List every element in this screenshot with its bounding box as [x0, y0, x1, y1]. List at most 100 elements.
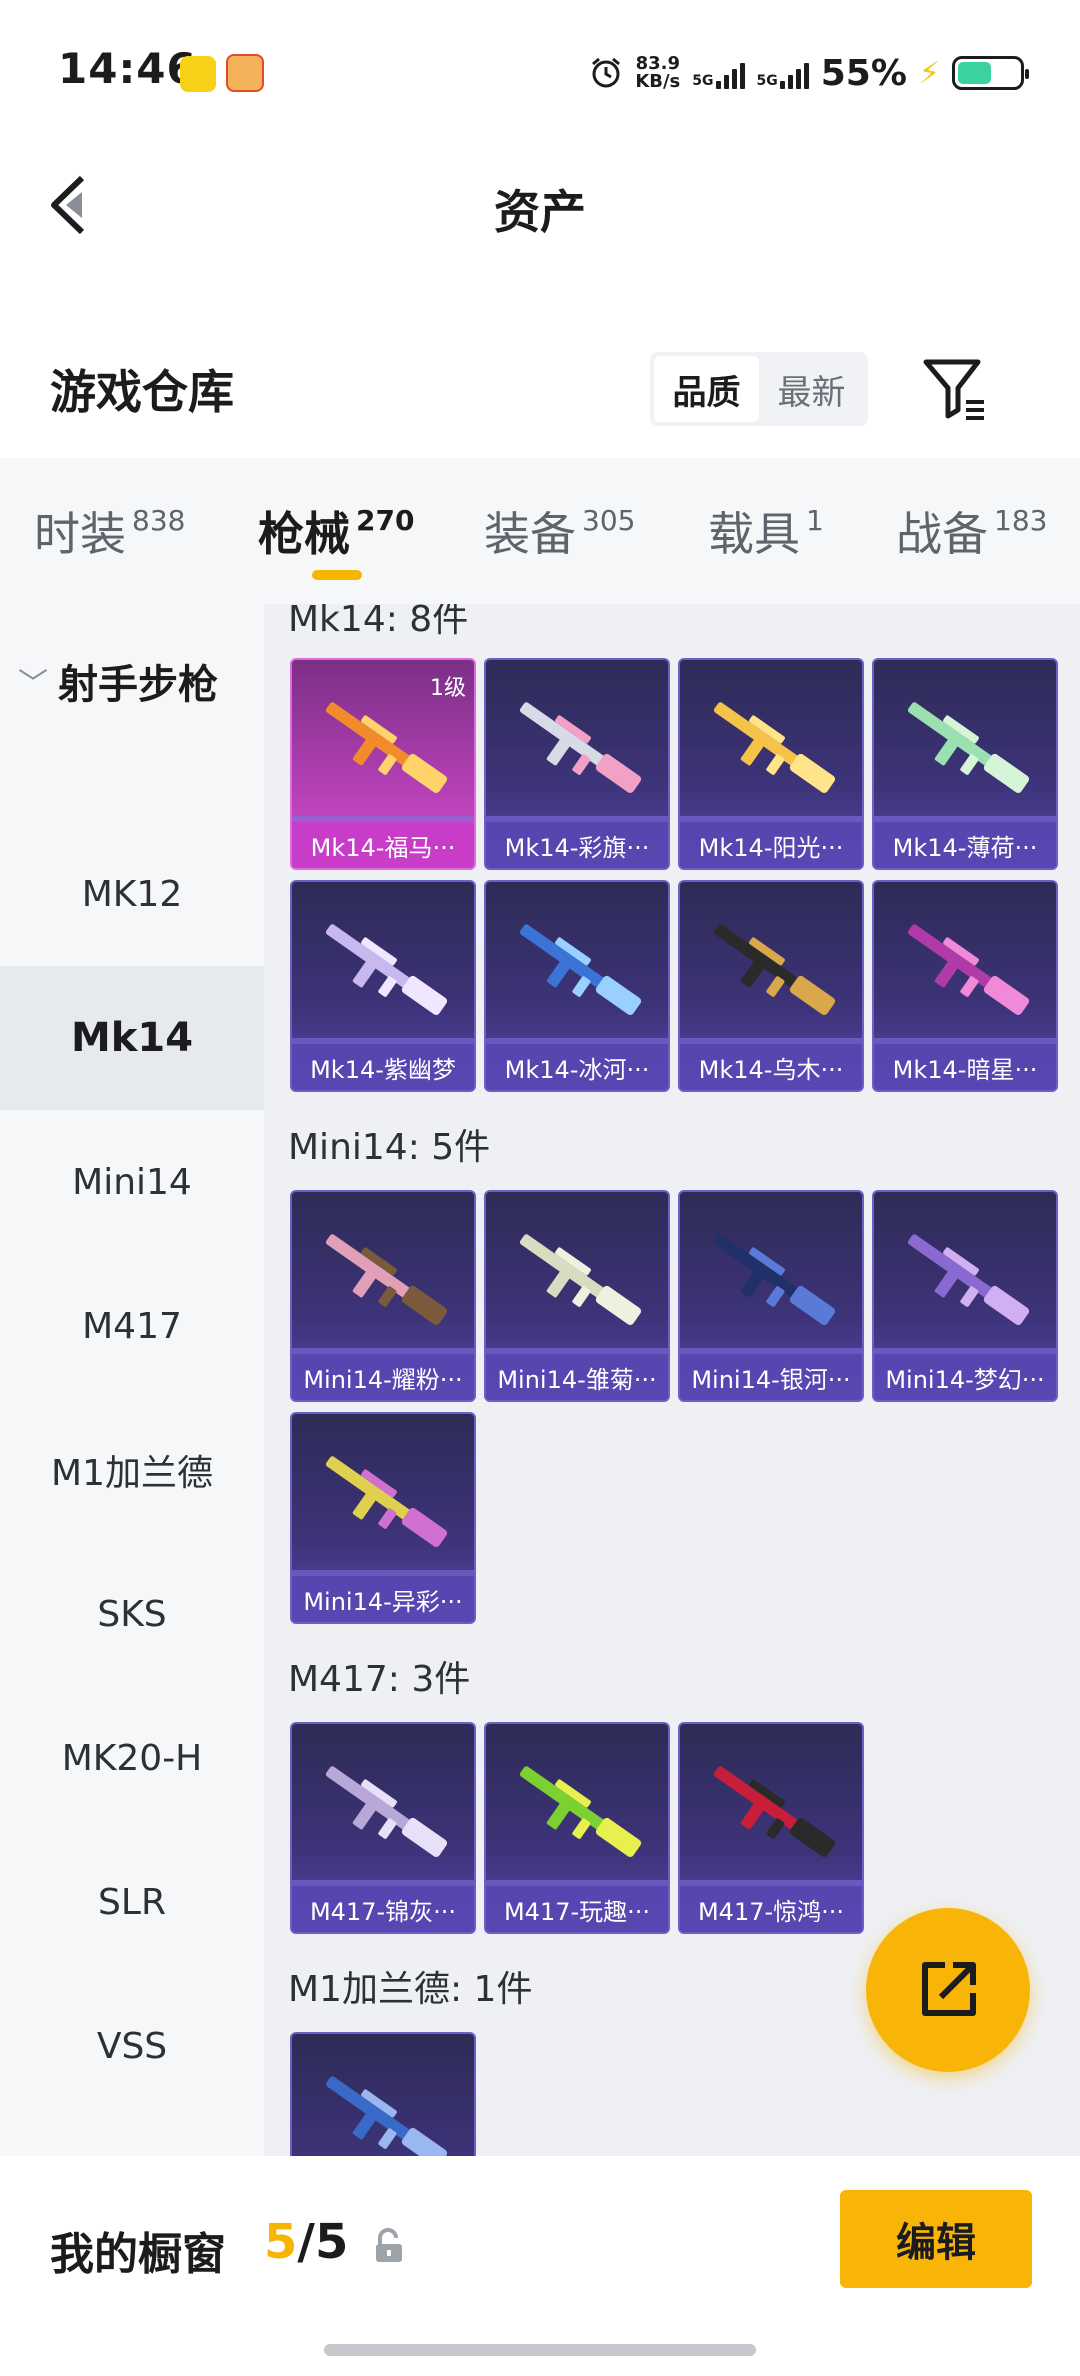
tab-fashion[interactable]: 时装 838 [34, 498, 185, 564]
weapon-name: Mk14-薄荷··· [874, 822, 1056, 868]
sidebar-item-m1-garand[interactable]: M1加兰德 [0, 1398, 264, 1542]
network-speed-unit: KB/s [635, 71, 681, 92]
tab-count: 1 [806, 504, 824, 537]
filter-icon[interactable] [920, 354, 990, 424]
weapon-card[interactable]: M417-玩趣··· [484, 1722, 670, 1934]
weapon-card[interactable]: Mk14-阳光··· [678, 658, 864, 870]
rifle-icon [325, 1456, 448, 1547]
share-button[interactable] [866, 1908, 1030, 2072]
sim2-type: 5G [756, 73, 778, 89]
rifle-icon [713, 924, 836, 1015]
rifle-icon [519, 702, 642, 793]
rifle-icon [325, 1234, 448, 1325]
weapon-name: Mk14-福马··· [292, 822, 474, 868]
tab-supplies[interactable]: 战备 183 [896, 498, 1047, 564]
weapon-card[interactable]: Mini14-耀粉··· [290, 1190, 476, 1402]
tab-label: 枪械 [258, 507, 350, 561]
showcase-count: 5/5 [264, 2214, 348, 2270]
battery-icon [952, 56, 1029, 90]
level-badge: 1级 [430, 676, 466, 701]
rifle-icon [519, 924, 642, 1015]
weapon-name: Mini14-梦幻··· [874, 1354, 1056, 1400]
sidebar-group-marksman[interactable]: ﹀ 射手步枪 [18, 652, 218, 710]
rifle-icon [713, 702, 836, 793]
sort-toggle: 品质 最新 [650, 352, 868, 426]
showcase-label: 我的橱窗 [50, 2229, 226, 2280]
weapon-card[interactable]: M417-惊鸿··· [678, 1722, 864, 1934]
weapon-sidebar: ﹀ 射手步枪 MK12 Mk14 Mini14 M417 M1加兰德 SKS M… [0, 604, 264, 2156]
section-header: 游戏仓库 品质 最新 [0, 330, 1080, 450]
notification-game-icon [226, 54, 264, 92]
sidebar-item-slr[interactable]: SLR [0, 1830, 264, 1974]
sidebar-item-mk12[interactable]: MK12 [0, 822, 264, 966]
rifle-icon [325, 924, 448, 1015]
weapon-name: Mk14-冰河··· [486, 1044, 668, 1090]
weapon-card[interactable]: Mk14-薄荷··· [872, 658, 1058, 870]
rifle-icon [907, 924, 1030, 1015]
weapon-card[interactable]: Mk14-乌木··· [678, 880, 864, 1092]
sidebar-item-mk20h[interactable]: MK20-H [0, 1686, 264, 1830]
active-tab-indicator [312, 570, 362, 580]
weapon-name: Mini14-耀粉··· [292, 1354, 474, 1400]
tab-count: 838 [132, 504, 186, 537]
share-icon [922, 1962, 976, 2016]
weapon-card[interactable] [290, 2032, 476, 2156]
tab-label: 时装 [34, 507, 126, 561]
sidebar-item-m417[interactable]: M417 [0, 1254, 264, 1398]
rifle-icon [713, 1234, 836, 1325]
sidebar-item-qbu[interactable]: QBU [0, 2102, 264, 2157]
rifle-icon [713, 1766, 836, 1857]
sidebar-item-mk14[interactable]: Mk14 [0, 966, 264, 1110]
weapon-name: M417-锦灰··· [292, 1886, 474, 1932]
tab-label: 装备 [484, 507, 576, 561]
group-header: M1加兰德: 1件 [288, 1969, 533, 2010]
weapon-card[interactable]: Mini14-银河··· [678, 1190, 864, 1402]
weapon-name: Mk14-紫幽梦 [292, 1044, 474, 1090]
category-tabs: 时装 838 枪械 270 装备 305 载具 1 战备 183 [0, 458, 1080, 604]
sim1-signal: 5G [692, 57, 745, 89]
tab-equipment[interactable]: 装备 305 [484, 498, 635, 564]
tab-count: 305 [582, 504, 636, 537]
charging-bolt-icon: ⚡ [918, 55, 940, 91]
group-header: Mini14: 5件 [288, 1127, 491, 1168]
weapon-card[interactable]: M417-锦灰··· [290, 1722, 476, 1934]
weapon-card[interactable]: 1级 Mk14-福马··· [290, 658, 476, 870]
rifle-icon [325, 2076, 448, 2156]
weapon-card[interactable]: Mk14-暗星··· [872, 880, 1058, 1092]
signal-bars-icon [779, 61, 809, 89]
sim2-signal: 5G [757, 57, 809, 89]
rifle-icon [519, 1766, 642, 1857]
weapon-card[interactable]: Mk14-紫幽梦 [290, 880, 476, 1092]
rifle-icon [907, 702, 1030, 793]
battery-fill [958, 62, 991, 84]
tab-firearms[interactable]: 枪械 270 [258, 498, 414, 564]
edit-button[interactable]: 编辑 [840, 2190, 1032, 2288]
weapon-card[interactable]: Mini14-雏菊··· [484, 1190, 670, 1402]
showcase-total: 5 [314, 2214, 349, 2270]
weapon-card[interactable]: Mini14-异彩··· [290, 1412, 476, 1624]
weapon-name: Mini14-雏菊··· [486, 1354, 668, 1400]
sidebar-item-vss[interactable]: VSS [0, 1974, 264, 2118]
tab-label: 战备 [896, 507, 988, 561]
chevron-down-icon: ﹀ [18, 667, 48, 702]
sidebar-item-sks[interactable]: SKS [0, 1542, 264, 1686]
rifle-icon [907, 1234, 1030, 1325]
sim1-type: 5G [692, 73, 714, 89]
sort-latest-option[interactable]: 最新 [759, 356, 864, 422]
weapon-card[interactable]: Mk14-冰河··· [484, 880, 670, 1092]
tab-count: 183 [994, 504, 1048, 537]
section-title: 游戏仓库 [50, 365, 234, 419]
status-bar: 14:46 83.9 KB/s 5G 5G 55% ⚡ [0, 0, 1080, 140]
sidebar-group-label: 射手步枪 [58, 662, 218, 708]
home-indicator [324, 2344, 756, 2356]
page-title: 资产 [494, 185, 586, 239]
weapon-card[interactable]: Mini14-梦幻··· [872, 1190, 1058, 1402]
network-speed: 83.9 KB/s [635, 55, 680, 91]
tab-vehicles[interactable]: 载具 1 [708, 498, 824, 564]
weapon-card[interactable]: Mk14-彩旗··· [484, 658, 670, 870]
weapon-name: Mini14-银河··· [680, 1354, 862, 1400]
sidebar-item-mini14[interactable]: Mini14 [0, 1110, 264, 1254]
sort-quality-option[interactable]: 品质 [654, 356, 759, 422]
group-header: Mk14: 8件 [288, 604, 469, 640]
weapon-name: M417-惊鸿··· [680, 1886, 862, 1932]
